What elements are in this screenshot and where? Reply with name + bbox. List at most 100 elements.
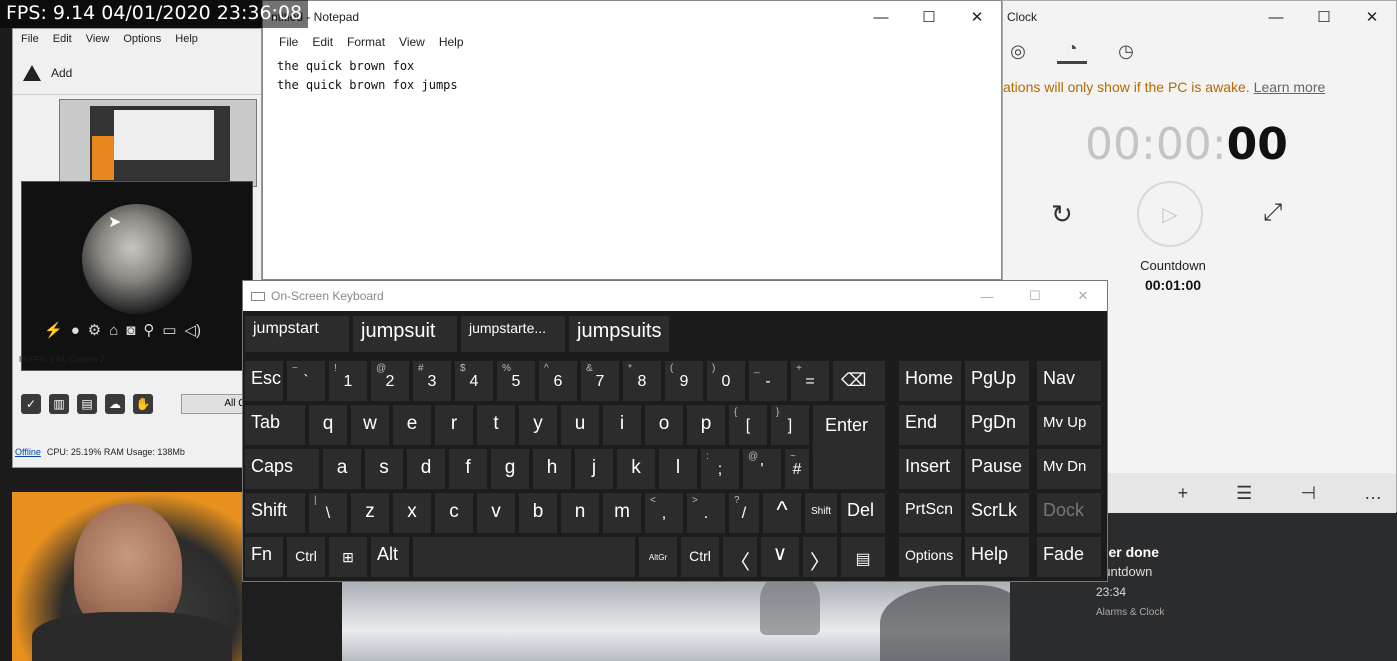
key-move-down[interactable]: Mv Dn: [1037, 449, 1101, 489]
pin-icon[interactable]: ⊣: [1300, 483, 1316, 504]
key-x[interactable]: x: [393, 493, 431, 533]
key-j[interactable]: j: [575, 449, 613, 489]
key-y[interactable]: y: [519, 405, 557, 445]
minimize-button[interactable]: —: [857, 1, 905, 33]
key-move-up[interactable]: Mv Up: [1037, 405, 1101, 445]
key-windows[interactable]: ⊞: [329, 537, 367, 577]
key-f[interactable]: f: [449, 449, 487, 489]
key-o[interactable]: o: [645, 405, 683, 445]
trash-icon[interactable]: ▥: [49, 394, 69, 414]
key-caps[interactable]: Caps: [245, 449, 319, 489]
key-insert[interactable]: Insert: [899, 449, 961, 489]
key-shift-right[interactable]: Shift: [805, 493, 837, 533]
menu-help[interactable]: Help: [439, 35, 464, 51]
check-icon[interactable]: ✓: [21, 394, 41, 414]
key-0[interactable]: ) 0: [707, 361, 745, 401]
key-1[interactable]: ! 1: [329, 361, 367, 401]
menu-edit[interactable]: Edit: [312, 35, 333, 51]
zoom-icon[interactable]: ⚲: [143, 321, 154, 339]
notepad-text-area[interactable]: the quick brown fox the quick brown fox …: [263, 53, 1001, 99]
key-b[interactable]: b: [519, 493, 557, 533]
key-backspace[interactable]: ⌫: [833, 361, 885, 401]
maximize-button[interactable]: ☐: [905, 1, 953, 33]
menu-options[interactable]: Options: [123, 33, 161, 47]
key-q[interactable]: q: [309, 405, 347, 445]
speaker-icon[interactable]: ◁): [185, 321, 202, 339]
tab-stopwatch[interactable]: ◷: [1111, 41, 1141, 62]
suggestion[interactable]: jumpstarte...: [461, 316, 565, 352]
key-pause[interactable]: Pause: [965, 449, 1029, 489]
key-backtick[interactable]: ~ `: [287, 361, 325, 401]
key-pgup[interactable]: PgUp: [965, 361, 1029, 401]
key-s[interactable]: s: [365, 449, 403, 489]
expand-icon[interactable]: ⤢: [1263, 199, 1282, 227]
camera-thumbnail[interactable]: [59, 99, 257, 187]
key-t[interactable]: t: [477, 405, 515, 445]
key-e[interactable]: e: [393, 405, 431, 445]
key-hash[interactable]: ~ #: [785, 449, 809, 489]
key-options[interactable]: Options: [899, 537, 961, 577]
key-i[interactable]: i: [603, 405, 641, 445]
reset-icon[interactable]: ↻: [1051, 199, 1073, 230]
key-nav[interactable]: Nav: [1037, 361, 1101, 401]
key-4[interactable]: $4: [455, 361, 493, 401]
menu-file[interactable]: File: [21, 33, 39, 47]
key-g[interactable]: g: [491, 449, 529, 489]
more-icon[interactable]: …: [1364, 483, 1382, 504]
key-pgdn[interactable]: PgDn: [965, 405, 1029, 445]
camera-icon[interactable]: ◙: [126, 322, 135, 339]
tab-timer[interactable]: ◔: [1057, 38, 1087, 64]
list-icon[interactable]: ☰: [1236, 483, 1252, 504]
key-altgr[interactable]: AltGr: [639, 537, 677, 577]
key-comma[interactable]: <,: [645, 493, 683, 533]
key-scrlk[interactable]: ScrLk: [965, 493, 1029, 533]
key-minus[interactable]: _ -: [749, 361, 787, 401]
suggestion[interactable]: jumpstart: [245, 316, 349, 352]
key-left-arrow[interactable]: 〈: [723, 537, 757, 577]
menu-format[interactable]: Format: [347, 35, 385, 51]
key-p[interactable]: p: [687, 405, 725, 445]
key-alt[interactable]: Alt: [371, 537, 409, 577]
osk-titlebar[interactable]: On-Screen Keyboard — ☐ ✕: [243, 281, 1107, 311]
record-icon[interactable]: ●: [71, 322, 80, 339]
tab-alarm[interactable]: ◎: [1003, 41, 1033, 62]
lightning-icon[interactable]: ⚡: [44, 321, 63, 339]
key-u[interactable]: u: [561, 405, 599, 445]
key-fade[interactable]: Fade: [1037, 537, 1101, 577]
key-period[interactable]: >.: [687, 493, 725, 533]
key-space[interactable]: [413, 537, 635, 577]
add-icon[interactable]: +: [1178, 483, 1189, 504]
suggestion[interactable]: jumpsuit: [353, 316, 457, 352]
notepad-titlebar[interactable]: ntitled - Notepad — ☐ ✕: [263, 1, 1001, 33]
learn-more-link[interactable]: Learn more: [1254, 79, 1326, 95]
key-enter[interactable]: Enter: [813, 405, 885, 489]
key-d[interactable]: d: [407, 449, 445, 489]
key-6[interactable]: ^ 6: [539, 361, 577, 401]
key-5[interactable]: % 5: [497, 361, 535, 401]
key-backslash[interactable]: | \: [309, 493, 347, 533]
minimize-button[interactable]: —: [1252, 1, 1300, 33]
key-slash[interactable]: ? /: [729, 493, 759, 533]
key-3[interactable]: #3: [413, 361, 451, 401]
menu-edit[interactable]: Edit: [53, 33, 72, 47]
key-h[interactable]: h: [533, 449, 571, 489]
key-m[interactable]: m: [603, 493, 641, 533]
key-prtscn[interactable]: PrtScn: [899, 493, 961, 533]
offline-link[interactable]: Offline: [15, 447, 41, 457]
suggestion[interactable]: jumpsuits: [569, 316, 669, 352]
key-menu[interactable]: ▤: [841, 537, 885, 577]
key-shift-left[interactable]: Shift: [245, 493, 305, 533]
add-button[interactable]: Add: [13, 51, 261, 95]
key-w[interactable]: w: [351, 405, 389, 445]
minimize-button[interactable]: —: [963, 281, 1011, 311]
play-button[interactable]: ▷: [1137, 181, 1203, 247]
chat-icon[interactable]: ▭: [162, 321, 176, 339]
menu-help[interactable]: Help: [175, 33, 198, 47]
key-r[interactable]: r: [435, 405, 473, 445]
camera-preview-panel[interactable]: ➤ ⚡ ● ⚙ ⌂ ◙ ⚲ ▭ ◁): [21, 181, 253, 371]
key-fn[interactable]: Fn: [245, 537, 283, 577]
menu-view[interactable]: View: [399, 35, 425, 51]
all-cameras-select[interactable]: All Q: [181, 394, 251, 414]
key-semicolon[interactable]: :;: [701, 449, 739, 489]
maximize-button[interactable]: ☐: [1011, 281, 1059, 311]
